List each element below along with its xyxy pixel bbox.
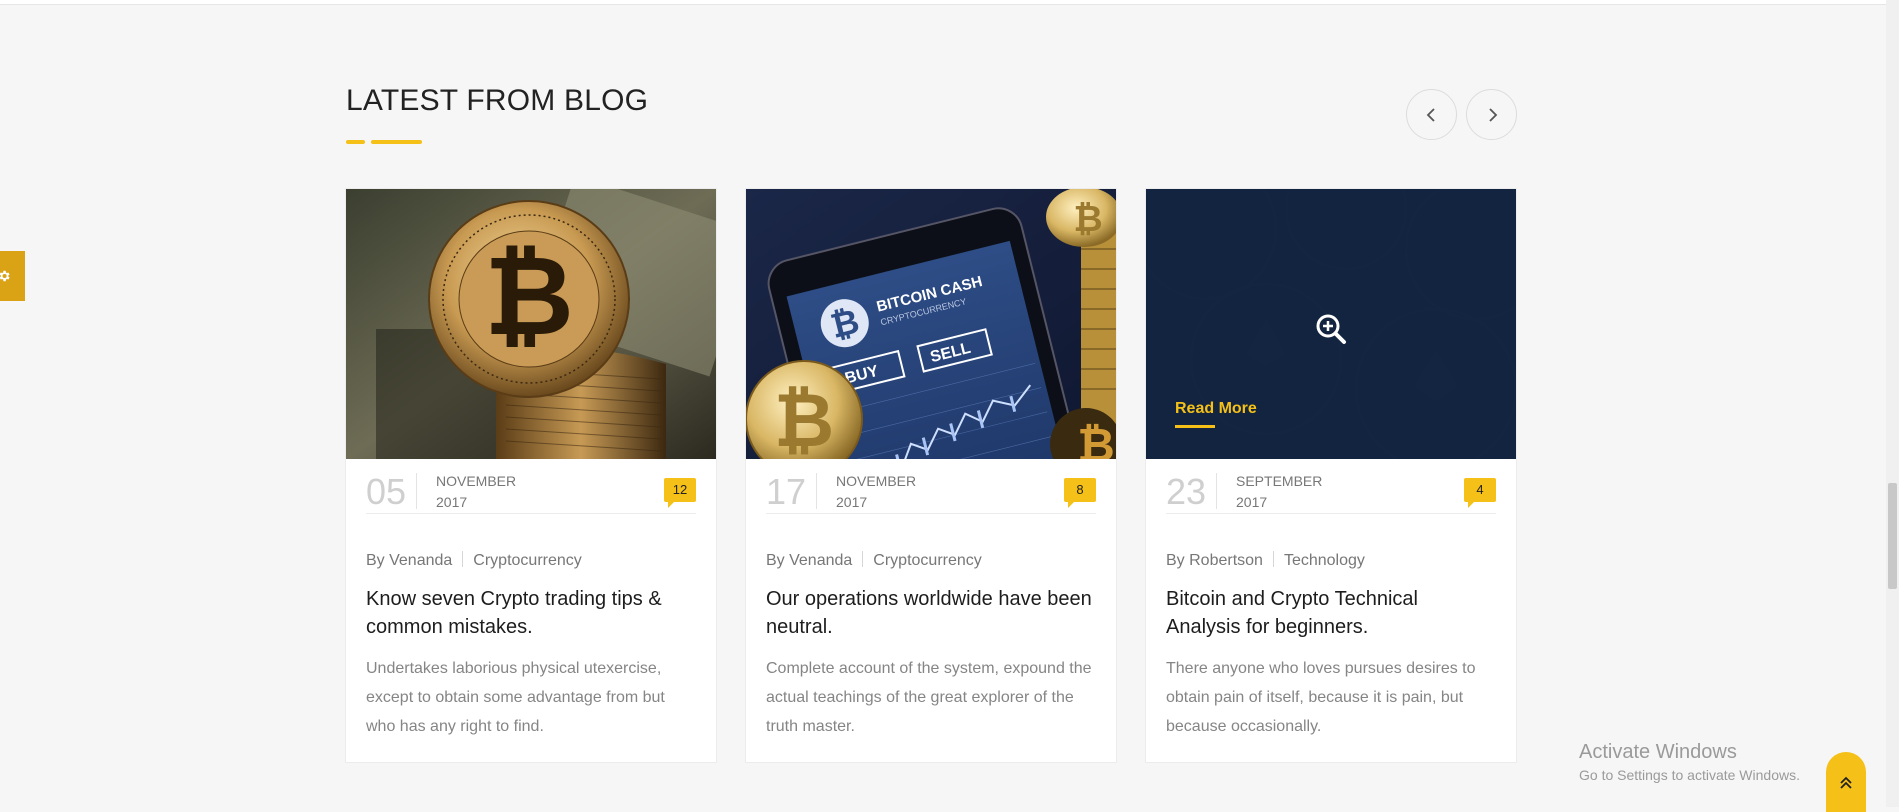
carousel-prev-button[interactable] [1406,89,1457,140]
date-divider [816,473,817,509]
chevron-right-icon [1488,107,1497,122]
post-date-row: 23 SEPTEMBER 2017 4 [1166,459,1496,514]
post-year: 2017 [1236,494,1268,510]
top-border [0,0,1886,5]
post-excerpt: Undertakes laborious physical utexercise… [366,660,665,735]
post-meta: By Venanda Cryptocurrency [766,551,982,570]
post-day: 05 [366,471,407,512]
settings-panel-toggle[interactable] [0,251,25,301]
svg-text:₿: ₿ [1077,419,1115,459]
comment-count-badge[interactable]: 8 [1064,478,1096,508]
post-date-row: 17 NOVEMBER 2017 8 [766,459,1096,514]
post-month: SEPTEMBER [1236,473,1323,489]
zoom-in-icon[interactable] [1315,313,1347,345]
meta-divider [862,551,864,567]
double-chevron-up-icon [1840,776,1852,789]
post-day: 17 [766,471,807,512]
post-image[interactable]: ₿ BITCOIN CASH CRYPTOCURRENCY BUY SELL ₿… [746,189,1116,459]
post-meta: By Venanda Cryptocurrency [366,551,582,570]
post-author-link[interactable]: By Venanda [766,552,852,569]
blog-card: Read More 23 SEPTEMBER 2017 4 By Roberts… [1146,189,1516,762]
back-to-top-button[interactable] [1826,752,1866,812]
post-title-link[interactable]: Our operations worldwide have been neutr… [766,585,1096,641]
post-year: 2017 [836,494,868,510]
svg-text:₿: ₿ [774,379,834,459]
post-image[interactable]: ₿ [346,189,716,459]
svg-text:₿: ₿ [1073,198,1102,239]
blog-card: ₿ 05 NOVEMBER 2017 12 By Venanda Cryptocu… [346,189,716,762]
post-category-link[interactable]: Cryptocurrency [473,552,581,569]
gear-icon [0,270,10,282]
post-category-link[interactable]: Cryptocurrency [873,552,981,569]
post-meta: By Robertson Technology [1166,551,1365,570]
post-excerpt: Complete account of the system, expound … [766,660,1092,735]
read-more-underline [1175,425,1215,428]
section-title: LATEST FROM BLOG [346,84,649,117]
post-day: 23 [1166,471,1207,512]
page-scrollbar[interactable] [1886,0,1899,807]
meta-divider [1272,551,1274,567]
post-category-link[interactable]: Technology [1284,552,1365,569]
post-author-link[interactable]: By Robertson [1166,552,1263,569]
comment-count-badge[interactable]: 4 [1464,478,1496,508]
carousel-next-button[interactable] [1466,89,1517,140]
blog-card: ₿ BITCOIN CASH CRYPTOCURRENCY BUY SELL ₿… [746,189,1116,762]
read-more-link[interactable]: Read More [1175,400,1257,418]
post-month: NOVEMBER [436,473,517,489]
post-date-row: 05 NOVEMBER 2017 12 [366,459,696,514]
post-year: 2017 [436,494,468,510]
post-title-link[interactable]: Know seven Crypto trading tips & common … [366,585,696,641]
post-author-link[interactable]: By Venanda [366,552,452,569]
chevron-left-icon [1426,107,1435,122]
watermark-subtitle: Go to Settings to activate Windows. [1579,767,1800,783]
post-month: NOVEMBER [836,473,917,489]
windows-activation-watermark: Activate Windows Go to Settings to activ… [1579,741,1800,784]
scrollbar-thumb[interactable] [1888,483,1897,589]
svg-text:₿: ₿ [484,235,574,358]
meta-divider [462,551,464,567]
post-excerpt: There anyone who loves pursues desires t… [1166,660,1476,735]
date-divider [416,473,417,509]
hover-overlay: Read More [1146,189,1516,459]
post-title-link[interactable]: Bitcoin and Crypto Technical Analysis fo… [1166,585,1496,641]
date-divider [1216,473,1217,509]
watermark-title: Activate Windows [1579,741,1737,763]
comment-count-badge[interactable]: 12 [664,478,696,508]
post-image[interactable]: Read More [1146,189,1516,459]
